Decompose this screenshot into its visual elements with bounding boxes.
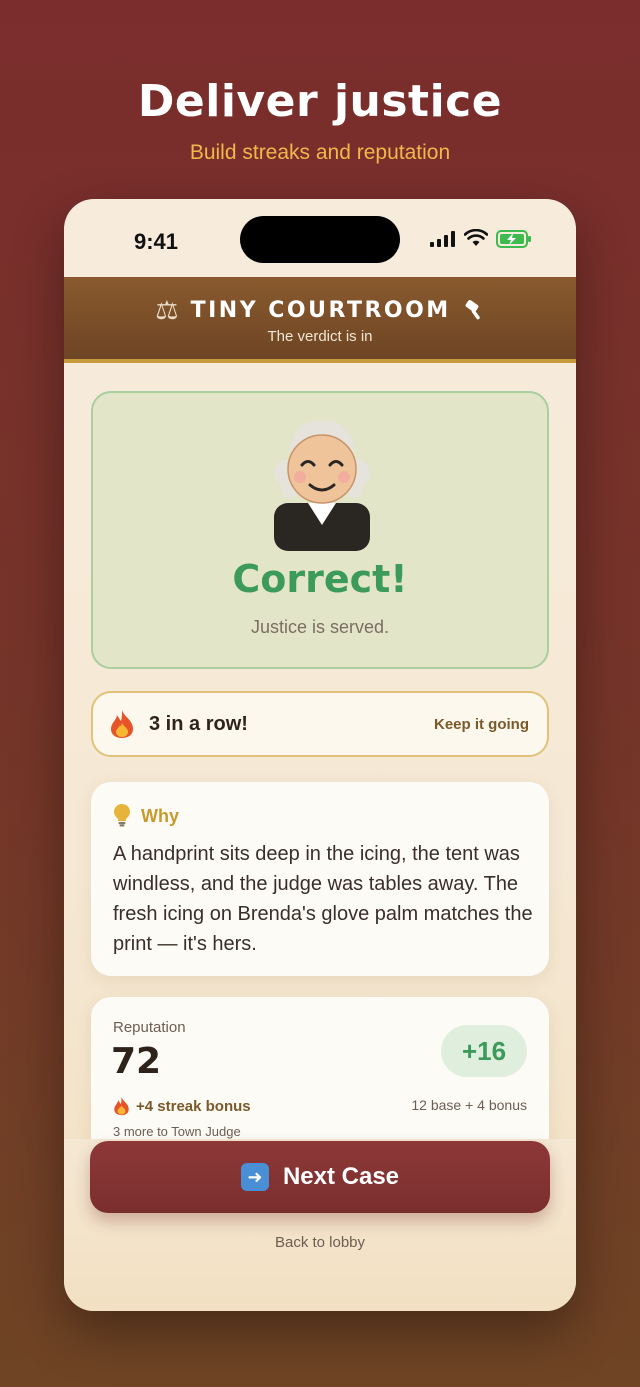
header-tagline: The verdict is in	[267, 328, 373, 345]
verdict-result-card: Correct! Justice is served.	[91, 391, 549, 669]
dynamic-island	[240, 216, 400, 263]
reputation-label: Reputation	[113, 1019, 186, 1036]
reputation-breakdown: 12 base + 4 bonus	[411, 1097, 527, 1113]
lightbulb-icon	[114, 804, 130, 827]
battery-charging-icon	[496, 230, 531, 248]
why-explanation-card: Why A handprint sits deep in the icing, …	[91, 782, 549, 976]
promo-subtitle: Build streaks and reputation	[189, 141, 451, 164]
why-title: Why	[141, 806, 179, 826]
reputation-value: 72	[111, 1041, 162, 1082]
promo-title: Deliver justice	[137, 76, 503, 127]
fire-icon	[114, 1096, 129, 1116]
streak-cta: Keep it going	[434, 715, 529, 733]
right-arrow-icon: ➜	[240, 1163, 269, 1191]
streak-label: 3 in a row!	[149, 712, 248, 735]
result-title: Correct!	[232, 557, 408, 601]
back-to-lobby-link[interactable]: Back to lobby	[64, 1234, 576, 1251]
streak-bonus-label: +4 streak bonus	[136, 1097, 251, 1115]
streak-card: 3 in a row! Keep it going	[91, 691, 549, 757]
wifi-icon	[464, 229, 488, 246]
bottom-action-bar: ➜ Next Case Back to lobby	[64, 1139, 576, 1311]
next-rank-progress: 3 more to Town Judge	[113, 1124, 241, 1139]
judge-avatar-icon	[274, 421, 370, 551]
app-title: TINY COURTROOM	[190, 297, 451, 323]
next-case-button[interactable]: ➜ Next Case	[90, 1141, 550, 1213]
scales-icon: ⚖	[155, 295, 179, 325]
fire-icon	[111, 710, 133, 738]
result-subtitle: Justice is served.	[250, 617, 390, 637]
cellular-signal-icon	[430, 231, 455, 247]
status-bar: 9:41	[64, 199, 576, 277]
app-header: ⚖ TINY COURTROOM The verdict is in	[64, 277, 576, 363]
gavel-icon	[465, 300, 480, 320]
next-case-label: Next Case	[282, 1163, 400, 1190]
phone-screen: 9:41 ⚖ TINY COURTROOM The verdict is in …	[64, 199, 576, 1311]
why-text: A handprint sits deep in the icing, the …	[113, 843, 533, 955]
status-time: 9:41	[134, 229, 179, 254]
reputation-delta-badge: +16	[441, 1025, 527, 1077]
